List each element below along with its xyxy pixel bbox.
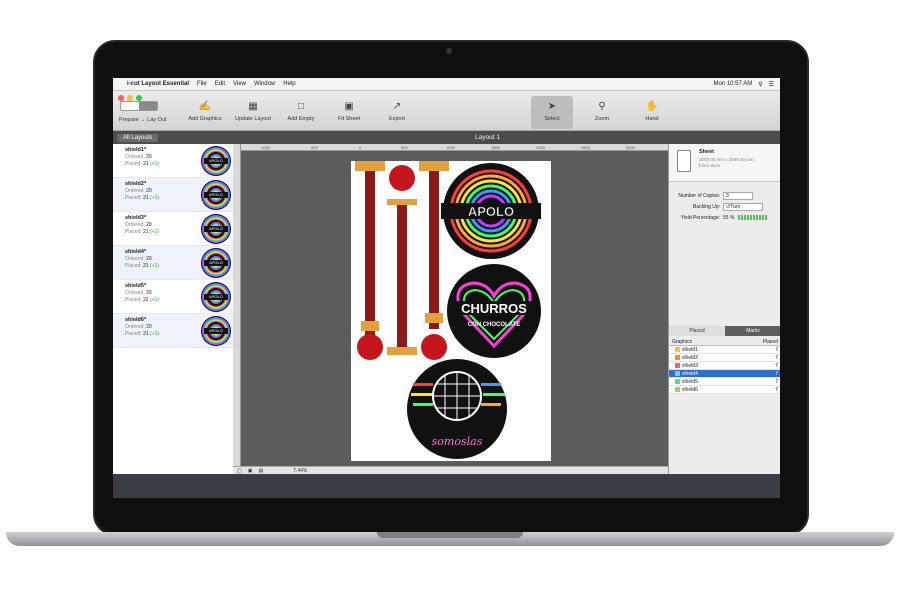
sheet-info[interactable]: Sheet 2000.00 mm x 3000.00 mm forex 3mm bbox=[669, 144, 780, 182]
view-icon-3[interactable]: ▤ bbox=[258, 468, 263, 474]
fit-sheet-button[interactable]: ▣ Fit Sheet bbox=[325, 101, 373, 122]
menu-file[interactable]: File bbox=[197, 81, 207, 87]
export-icon: ↗ bbox=[392, 101, 402, 112]
tab-bar: All Layouts Layout 1 bbox=[113, 131, 780, 144]
inspector-panel: Sheet 2000.00 mm x 3000.00 mm forex 3mm … bbox=[668, 144, 780, 474]
svg-text:somoslas: somoslas bbox=[432, 435, 483, 448]
horizontal-ruler: 1000 500 0 500 1000 1500 2000 2500 3000 bbox=[241, 144, 668, 151]
sheet-preview[interactable]: APOLO CHURROS CON CHOCOLATE somoslas bbox=[351, 161, 551, 461]
add-graphics-button[interactable]: ✍ Add Graphics bbox=[181, 101, 229, 122]
empty-frame-icon: □ bbox=[297, 101, 305, 112]
table-row[interactable]: shield3 7 bbox=[669, 362, 780, 370]
graphic-thumbnail: APOLO bbox=[201, 282, 231, 312]
menu-bar: i-cut Layout Essential File Edit View Wi… bbox=[113, 78, 780, 91]
table-header: Graphics Placed bbox=[669, 338, 780, 346]
yield-value: 55 % bbox=[723, 214, 735, 221]
add-empty-button[interactable]: □ Add Empty bbox=[277, 101, 325, 122]
table-row[interactable]: shield4 7 bbox=[669, 370, 780, 378]
list-item[interactable]: shield4* Ordered: 20 Placed: 21 (+1) APO… bbox=[113, 246, 233, 280]
prepare-label: Prepare bbox=[119, 117, 139, 123]
copies-input[interactable]: 3 bbox=[723, 191, 753, 200]
svg-text:APOLO: APOLO bbox=[468, 204, 514, 219]
select-tool[interactable]: ➤ Select bbox=[528, 101, 576, 122]
menu-edit[interactable]: Edit bbox=[215, 81, 225, 87]
menu-window[interactable]: Window bbox=[254, 81, 275, 87]
toolbar: Prepare → Lay Out ✍ Add Graphics ▦ Update … bbox=[113, 91, 780, 131]
graphic-thumbnail: APOLO bbox=[201, 248, 231, 278]
list-item[interactable]: shield6* Ordered: 20 Placed: 21 (+1) APO… bbox=[113, 314, 233, 348]
sheet-properties: Number of Copies: 3 Backing Up: ↺Turn Yi… bbox=[669, 182, 780, 223]
svg-text:0: 0 bbox=[359, 145, 362, 150]
apolo-artwork[interactable]: APOLO bbox=[441, 163, 541, 259]
mode-switch[interactable] bbox=[120, 101, 158, 111]
dock-area bbox=[113, 474, 780, 498]
zoom-level[interactable]: 7.44% bbox=[293, 468, 307, 474]
magnifier-icon: ⚲ bbox=[598, 101, 606, 112]
vertical-ruler bbox=[233, 144, 241, 474]
table-row[interactable]: shield6 7 bbox=[669, 386, 780, 394]
update-layout-button[interactable]: ▦ Update Layout bbox=[229, 101, 277, 122]
table-row[interactable]: shield2 7 bbox=[669, 354, 780, 362]
hand-icon: ✋ bbox=[645, 101, 659, 112]
menu-view[interactable]: View bbox=[233, 81, 246, 87]
svg-text:1000: 1000 bbox=[261, 145, 271, 150]
grid-icon: ▦ bbox=[248, 101, 258, 112]
layout-label: Lay Out bbox=[147, 117, 167, 123]
svg-text:2000: 2000 bbox=[536, 145, 546, 150]
svg-text:1000: 1000 bbox=[446, 145, 456, 150]
zoom-tool[interactable]: ⚲ Zoom bbox=[578, 101, 626, 122]
graphic-thumbnail: APOLO bbox=[201, 180, 231, 210]
list-item[interactable]: shield2* Ordered: 20 Placed: 21 (+1) APO… bbox=[113, 178, 233, 212]
tab-placed[interactable]: Placed bbox=[669, 326, 725, 336]
table-row[interactable]: shield5 7 bbox=[669, 378, 780, 386]
view-icon-2[interactable]: ▣ bbox=[248, 468, 253, 474]
fit-icon: ▣ bbox=[344, 101, 354, 112]
app-menu[interactable]: i-cut Layout Essential bbox=[127, 81, 189, 87]
yield-meter bbox=[738, 215, 768, 220]
graphic-thumbnail: APOLO bbox=[201, 214, 231, 244]
export-button[interactable]: ↗ Export bbox=[373, 101, 421, 122]
svg-text:1500: 1500 bbox=[491, 145, 501, 150]
backing-select[interactable]: ↺Turn bbox=[723, 202, 763, 211]
column-artwork[interactable] bbox=[355, 161, 449, 360]
list-item[interactable]: shield3* Ordered: 20 Placed: 21 (+1) APO… bbox=[113, 212, 233, 246]
graphics-list: shield1* Ordered: 20 Placed: 21 (+1) APO… bbox=[113, 144, 233, 474]
graphic-thumbnail: APOLO bbox=[201, 316, 231, 346]
laptop-notch bbox=[377, 532, 523, 538]
graphic-thumbnail: APOLO bbox=[201, 146, 231, 176]
svg-text:CON CHOCOLATE: CON CHOCOLATE bbox=[468, 322, 521, 328]
tab-marks[interactable]: Marks bbox=[725, 326, 780, 336]
list-item[interactable]: shield1* Ordered: 20 Placed: 21 (+1) APO… bbox=[113, 144, 233, 178]
svg-text:3000: 3000 bbox=[626, 145, 636, 150]
menu-help[interactable]: Help bbox=[283, 81, 295, 87]
clock: Mon 10:57 AM bbox=[713, 81, 753, 87]
svg-text:500: 500 bbox=[311, 145, 318, 150]
app-screen: i-cut Layout Essential File Edit View Wi… bbox=[113, 78, 780, 498]
placed-graphics-table: Graphics Placed shield1 7 shield2 7 shield3… bbox=[669, 338, 780, 394]
svg-text:500: 500 bbox=[401, 145, 408, 150]
layout-title: Layout 1 bbox=[475, 134, 500, 141]
all-layouts-tab[interactable]: All Layouts bbox=[117, 133, 159, 142]
view-icon[interactable]: ▢ bbox=[237, 468, 242, 474]
mode-labels: Prepare → Lay Out bbox=[119, 117, 167, 123]
hand-tool[interactable]: ✋ Hand bbox=[628, 101, 676, 122]
layout-canvas[interactable]: 1000 500 0 500 1000 1500 2000 2500 3000 bbox=[233, 144, 668, 474]
churros-artwork[interactable]: CHURROS CON CHOCOLATE bbox=[447, 264, 541, 358]
notifications-icon[interactable]: ☰ bbox=[769, 81, 774, 88]
table-row[interactable]: shield1 7 bbox=[669, 346, 780, 354]
sheet-icon bbox=[677, 150, 691, 172]
cursor-icon: ➤ bbox=[547, 101, 557, 112]
panel-tabs: Placed Marks bbox=[669, 326, 780, 336]
add-graphics-icon: ✍ bbox=[198, 101, 212, 112]
list-item[interactable]: shield5* Ordered: 20 Placed: 21 (+1) APO… bbox=[113, 280, 233, 314]
svg-text:2500: 2500 bbox=[581, 145, 591, 150]
svg-text:CHURROS: CHURROS bbox=[461, 301, 527, 316]
status-bar: ▢ ▣ ▤ 7.44% bbox=[233, 466, 668, 474]
disco-ball-artwork[interactable]: somoslas bbox=[407, 359, 507, 459]
camera-icon bbox=[446, 48, 452, 54]
spotlight-icon[interactable]: ⚲ bbox=[758, 81, 762, 88]
